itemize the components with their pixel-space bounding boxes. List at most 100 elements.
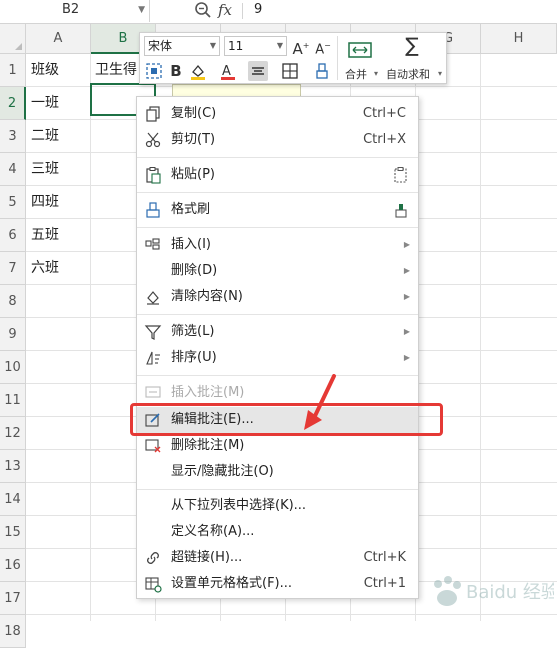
cell-a7[interactable]: 六班 [31, 252, 59, 284]
menu-item-label: 删除批注(M) [171, 438, 245, 453]
format-painter-icon[interactable] [312, 61, 332, 81]
insert-comment-icon [145, 386, 161, 398]
menu-item-define-name[interactable]: 定义名称(A)... [137, 519, 418, 545]
menu-item-shortcut: Ctrl+1 [363, 576, 406, 591]
row-header[interactable]: 6 [0, 219, 26, 252]
font-size-select[interactable]: 11 ▼ [224, 36, 287, 56]
align-center-icon[interactable] [248, 61, 268, 81]
menu-item-label: 排序(U) [171, 350, 217, 365]
baidu-watermark: Baidu 经验 [434, 576, 554, 606]
row-header[interactable]: 5 [0, 186, 26, 219]
chevron-down-icon[interactable]: ▼ [138, 0, 145, 20]
autosum-icon[interactable]: ∑ [399, 35, 425, 63]
menu-item-delete-comment[interactable]: 删除批注(M) [137, 433, 418, 459]
gridline [480, 54, 481, 621]
row-header[interactable]: 13 [0, 450, 26, 483]
pointer-arrow-icon [304, 374, 336, 430]
highlight-box [130, 403, 443, 436]
fill-color-icon[interactable] [188, 61, 208, 81]
menu-item-label: 从下拉列表中选择(K)... [171, 498, 307, 513]
cell-a1[interactable]: 班级 [31, 54, 59, 86]
cell-b1[interactable]: 卫生得 [95, 54, 137, 86]
zoom-icon[interactable] [194, 1, 212, 19]
menu-item-shortcut: Ctrl+C [362, 106, 406, 121]
menu-item-hyperlink[interactable]: 超链接(H)... Ctrl+K [137, 545, 418, 571]
row-header[interactable]: 14 [0, 483, 26, 516]
menu-item-cut[interactable]: 剪切(T) Ctrl+X [137, 127, 418, 153]
row-header[interactable]: 7 [0, 252, 26, 285]
insert-icon [145, 238, 160, 250]
menu-item-shortcut: Ctrl+X [363, 132, 406, 147]
menu-item-label: 筛选(L) [171, 324, 215, 339]
brush-icon[interactable] [392, 201, 410, 219]
row-header[interactable]: 12 [0, 417, 26, 450]
menu-divider [137, 192, 418, 193]
cell-a5[interactable]: 四班 [31, 186, 59, 218]
row-header[interactable]: 11 [0, 384, 26, 417]
select-all-corner[interactable] [0, 24, 26, 54]
select-area-icon[interactable] [144, 61, 164, 81]
fx-icon[interactable]: fx [218, 1, 232, 19]
menu-item-label: 清除内容(N) [171, 289, 243, 304]
row-header[interactable]: 3 [0, 120, 26, 153]
row-header[interactable]: 8 [0, 285, 26, 318]
row-header[interactable]: 18 [0, 615, 26, 648]
menu-divider [137, 157, 418, 158]
menu-item-clear-contents[interactable]: 清除内容(N) ▶ [137, 284, 418, 310]
menu-item-format-cells[interactable]: 设置单元格格式(F)... Ctrl+1 [137, 571, 418, 597]
name-box[interactable]: B2 ▼ [0, 0, 150, 22]
row-header[interactable]: 2 [0, 87, 26, 120]
cell-a4[interactable]: 三班 [31, 153, 59, 185]
menu-item-delete[interactable]: 删除(D) ▶ [137, 258, 418, 284]
menu-item-insert[interactable]: 插入(I) ▶ [137, 232, 418, 258]
menu-divider [137, 489, 418, 490]
chevron-down-icon: ▼ [209, 41, 216, 50]
column-header-a[interactable]: A [26, 24, 91, 54]
borders-icon[interactable] [280, 61, 300, 81]
formula-input[interactable]: 9 [254, 2, 262, 17]
merge-button-label[interactable]: 合并 [345, 66, 367, 82]
chevron-right-icon: ▶ [403, 240, 410, 249]
gridline [26, 614, 557, 615]
cell-a6[interactable]: 五班 [31, 219, 59, 251]
autosum-button-label[interactable]: 自动求和 [386, 66, 430, 82]
row-header[interactable]: 4 [0, 153, 26, 186]
menu-item-label: 格式刷 [171, 202, 211, 217]
cell-a2[interactable]: 一班 [31, 87, 59, 119]
font-name-select[interactable]: 宋体 ▼ [144, 36, 220, 56]
merge-cells-icon[interactable] [347, 37, 373, 63]
row-header[interactable]: 1 [0, 54, 26, 87]
row-header[interactable]: 15 [0, 516, 26, 549]
menu-item-label: 粘贴(P) [171, 167, 215, 182]
menu-divider [137, 375, 418, 376]
bold-icon[interactable]: B [166, 61, 186, 81]
menu-item-filter[interactable]: 筛选(L) ▶ [137, 319, 418, 345]
font-color-icon[interactable]: A [218, 61, 238, 81]
row-header[interactable]: 17 [0, 582, 26, 615]
row-header[interactable]: 9 [0, 318, 26, 351]
menu-item-copy[interactable]: 复制(C) Ctrl+C [137, 101, 418, 127]
row-header[interactable]: 16 [0, 549, 26, 582]
gridline [90, 54, 91, 621]
menu-item-toggle-comments[interactable]: 显示/隐藏批注(O) [137, 459, 418, 485]
context-menu: 复制(C) Ctrl+C 剪切(T) Ctrl+X 粘贴(P) 格式刷 插入(I… [136, 96, 419, 599]
menu-item-paste[interactable]: 粘贴(P) [137, 162, 418, 188]
cell-a3[interactable]: 二班 [31, 120, 59, 152]
decrease-font-icon[interactable]: A− [313, 36, 333, 57]
delete-comment-icon [145, 439, 161, 453]
menu-item-label: 显示/隐藏批注(O) [171, 464, 274, 479]
increase-font-icon[interactable]: A+ [291, 36, 311, 58]
menu-item-format-painter[interactable]: 格式刷 [137, 197, 418, 223]
column-header-h[interactable]: H [481, 24, 557, 54]
menu-item-sort[interactable]: 排序(U) ▶ [137, 345, 418, 371]
chevron-right-icon: ▶ [403, 292, 410, 301]
paste-options-icon[interactable] [392, 166, 410, 184]
menu-item-label: 插入(I) [171, 237, 211, 252]
chevron-right-icon: ▶ [403, 353, 410, 362]
svg-text:A: A [222, 64, 231, 79]
chevron-right-icon: ▶ [403, 327, 410, 336]
format-cells-icon [145, 577, 162, 593]
menu-item-pick-from-list[interactable]: 从下拉列表中选择(K)... [137, 493, 418, 519]
paste-icon [146, 167, 161, 184]
row-header[interactable]: 10 [0, 351, 26, 384]
